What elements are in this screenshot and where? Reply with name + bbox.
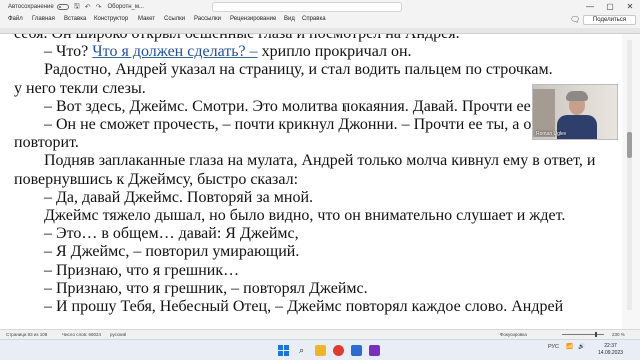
share-label: Поделиться	[592, 17, 627, 23]
text-line: Джеймс тяжело дышал, но было видно, что …	[44, 207, 566, 225]
autosave-toggle[interactable]	[56, 4, 69, 10]
title-bar: Автосохранение 🖫 ↶ ↷ Оборотн_м... — ▢ ✕	[0, 0, 640, 14]
zoom-level[interactable]: 230 %	[612, 332, 625, 337]
webcam-person-hair	[566, 91, 588, 101]
page-count[interactable]: Страница 93 из 108	[6, 332, 47, 337]
opera-browser-icon[interactable]	[333, 345, 344, 356]
tab-view[interactable]: Вид	[284, 16, 295, 22]
text-line: – И прошу Тебя, Небесный Отец, – Джеймс …	[44, 298, 564, 316]
webcam-overlay: Roman Uglev	[532, 84, 618, 140]
tab-mailings[interactable]: Рассылки	[194, 16, 221, 22]
text-line: повернувшись к Джеймсу, быстро сказал:	[14, 170, 299, 188]
volume-icon[interactable]: 🔊	[578, 344, 585, 350]
tab-help[interactable]: Справка	[302, 16, 326, 22]
tab-layout[interactable]: Макет	[138, 16, 155, 22]
text-line: – Что? Что я должен сделать? – хрипло пр…	[14, 43, 596, 61]
focus-mode[interactable]: Фокусировка	[500, 332, 527, 337]
save-icon[interactable]: 🖫	[74, 2, 80, 13]
document-text[interactable]: себя. Он широко открыл бешенные глаза и …	[14, 34, 596, 316]
search-box[interactable]	[212, 2, 402, 12]
tab-home[interactable]: Главная	[32, 16, 55, 22]
close-button[interactable]: ✕	[620, 0, 640, 14]
clock[interactable]: 22:37 14.09.2023	[598, 343, 623, 356]
windows-start-icon[interactable]	[278, 345, 289, 356]
scrollbar-thumb[interactable]	[627, 132, 632, 158]
redo-icon[interactable]: ↷	[96, 3, 102, 11]
comments-icon[interactable]: 🗨	[570, 15, 580, 24]
minimize-button[interactable]: —	[580, 0, 600, 14]
app-icon[interactable]	[369, 345, 380, 356]
text-line: – Признаю, что я грешник, – повторял Дже…	[44, 279, 368, 297]
status-bar: Страница 93 из 108 Число слов: 66024 рус…	[0, 329, 640, 339]
webcam-shelf	[533, 89, 555, 137]
taskbar-search-icon[interactable]: ⌕	[296, 345, 307, 356]
text-line: у него текли слезы.	[14, 79, 146, 97]
document-page[interactable]: себя. Он широко открыл бешенные глаза и …	[0, 34, 622, 329]
maximize-button[interactable]: ▢	[600, 0, 620, 14]
input-language[interactable]: РУС	[548, 344, 559, 350]
taskbar: ⌕ РУС 📶 🔊 22:37 14.09.2023	[0, 339, 640, 360]
spellcheck-underlined-text: Что я должен сделать? –	[92, 43, 258, 61]
tab-review[interactable]: Рецензирование	[230, 16, 276, 22]
text-line: Радостно, Андрей указал на страницу, и с…	[44, 61, 553, 79]
text-span: хрипло прокричал он.	[257, 43, 412, 61]
text-line: – Это… в общем… давай: Я Джеймс,	[44, 225, 299, 243]
word-app-icon[interactable]	[351, 345, 362, 356]
document-area: себя. Он широко открыл бешенные глаза и …	[0, 34, 640, 329]
vertical-scrollbar[interactable]	[627, 40, 632, 310]
ribbon-tabs: Файл Главная Вставка Конструктор Макет С…	[0, 14, 640, 26]
text-line: – Вот здесь, Джеймс. Смотри. Это молитва…	[44, 97, 535, 115]
text-line-partial: себя. Он широко открыл бешенные глаза и …	[14, 34, 596, 43]
tab-file[interactable]: Файл	[8, 16, 23, 22]
share-button[interactable]: Поделиться	[583, 15, 636, 25]
text-line: повторит.	[14, 134, 79, 152]
tab-design[interactable]: Конструктор	[94, 16, 128, 22]
tab-references[interactable]: Ссылки	[164, 16, 185, 22]
file-explorer-icon[interactable]	[315, 345, 326, 356]
webcam-name: Roman Uglev	[536, 131, 567, 137]
clock-date: 14.09.2023	[598, 349, 624, 356]
word-count[interactable]: Число слов: 66024	[62, 332, 101, 337]
text-span: – Что?	[44, 43, 93, 61]
language-indicator[interactable]: русский	[110, 332, 126, 337]
text-cursor-icon: I	[344, 104, 347, 114]
undo-icon[interactable]: ↶	[85, 3, 91, 11]
text-line: Подняв заплаканные глаза на мулата, Андр…	[44, 152, 596, 170]
text-line: – Он не сможет прочесть, – почти крикнул…	[44, 116, 582, 134]
autosave-label: Автосохранение	[8, 4, 54, 10]
text-line: – Да, давай Джеймс. Повторяй за мной.	[44, 188, 313, 206]
text-line: – Я Джеймс, – повторил умирающий.	[44, 243, 300, 261]
tab-insert[interactable]: Вставка	[64, 16, 86, 22]
text-line: – Признаю, что я грешник…	[44, 261, 240, 279]
zoom-slider-knob[interactable]	[595, 332, 597, 337]
document-title[interactable]: Оборотн_м...	[107, 4, 144, 10]
wifi-icon[interactable]: 📶	[566, 344, 573, 350]
zoom-slider[interactable]	[562, 334, 604, 335]
